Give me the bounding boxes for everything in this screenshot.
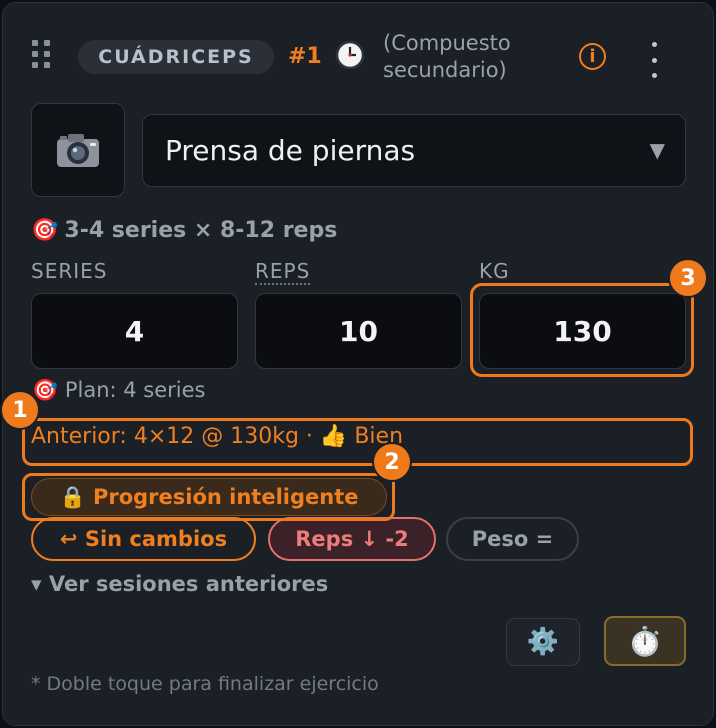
plan-text: Plan: 4 series (64, 378, 206, 402)
muscle-badge: CUÁDRICEPS (78, 40, 274, 74)
info-icon[interactable]: i (579, 43, 606, 70)
alarm-clock-icon (335, 40, 365, 70)
exercise-select[interactable]: Prensa de piernas ▼ (142, 114, 686, 187)
reps-input[interactable]: 10 (255, 293, 462, 369)
camera-icon (57, 134, 99, 167)
history-toggle[interactable]: ▾ Ver sesiones anteriores (31, 572, 328, 596)
exercise-role-line1: (Compuesto (383, 31, 511, 55)
annotation-marker-2: 2 (372, 442, 412, 482)
more-options-icon[interactable] (646, 40, 662, 80)
plan-info: 🎯 Plan: 4 series (32, 378, 206, 403)
footnote: * Doble toque para finalizar ejercicio (31, 673, 379, 695)
chevron-down-icon: ▼ (649, 138, 665, 162)
exercise-role: (Compuesto secundario) (383, 30, 563, 84)
gear-icon: ⚙️ (526, 627, 560, 657)
reps-decrease-button[interactable]: Reps ↓ -2 (268, 517, 436, 561)
annotation-marker-1: 1 (0, 390, 40, 430)
drag-handle-icon[interactable] (32, 40, 56, 72)
highlight-kg-input (470, 283, 694, 377)
highlight-smart-progression (22, 473, 395, 521)
annotation-marker-3: 3 (668, 258, 708, 298)
no-change-button[interactable]: ↩ Sin cambios (31, 517, 256, 561)
kg-label: KG (479, 259, 510, 285)
exercise-select-value: Prensa de piernas (165, 134, 416, 167)
series-label: SERIES (31, 259, 108, 283)
settings-button[interactable]: ⚙️ (506, 618, 580, 666)
timer-button[interactable]: ⏱️ (604, 616, 686, 666)
target-icon: 🎯 (31, 218, 59, 243)
exercise-role-line2: secundario) (383, 58, 507, 82)
stopwatch-icon: ⏱️ (627, 624, 663, 658)
highlight-previous (22, 418, 693, 466)
target-scheme: 🎯 3-4 series × 8-12 reps (31, 218, 337, 243)
series-input[interactable]: 4 (31, 293, 238, 369)
reps-label: REPS (255, 259, 311, 285)
target-text: 3-4 series × 8-12 reps (64, 218, 338, 243)
camera-button[interactable] (31, 103, 125, 197)
weight-same-button[interactable]: Peso = (446, 517, 579, 561)
exercise-order: #1 (288, 44, 322, 69)
